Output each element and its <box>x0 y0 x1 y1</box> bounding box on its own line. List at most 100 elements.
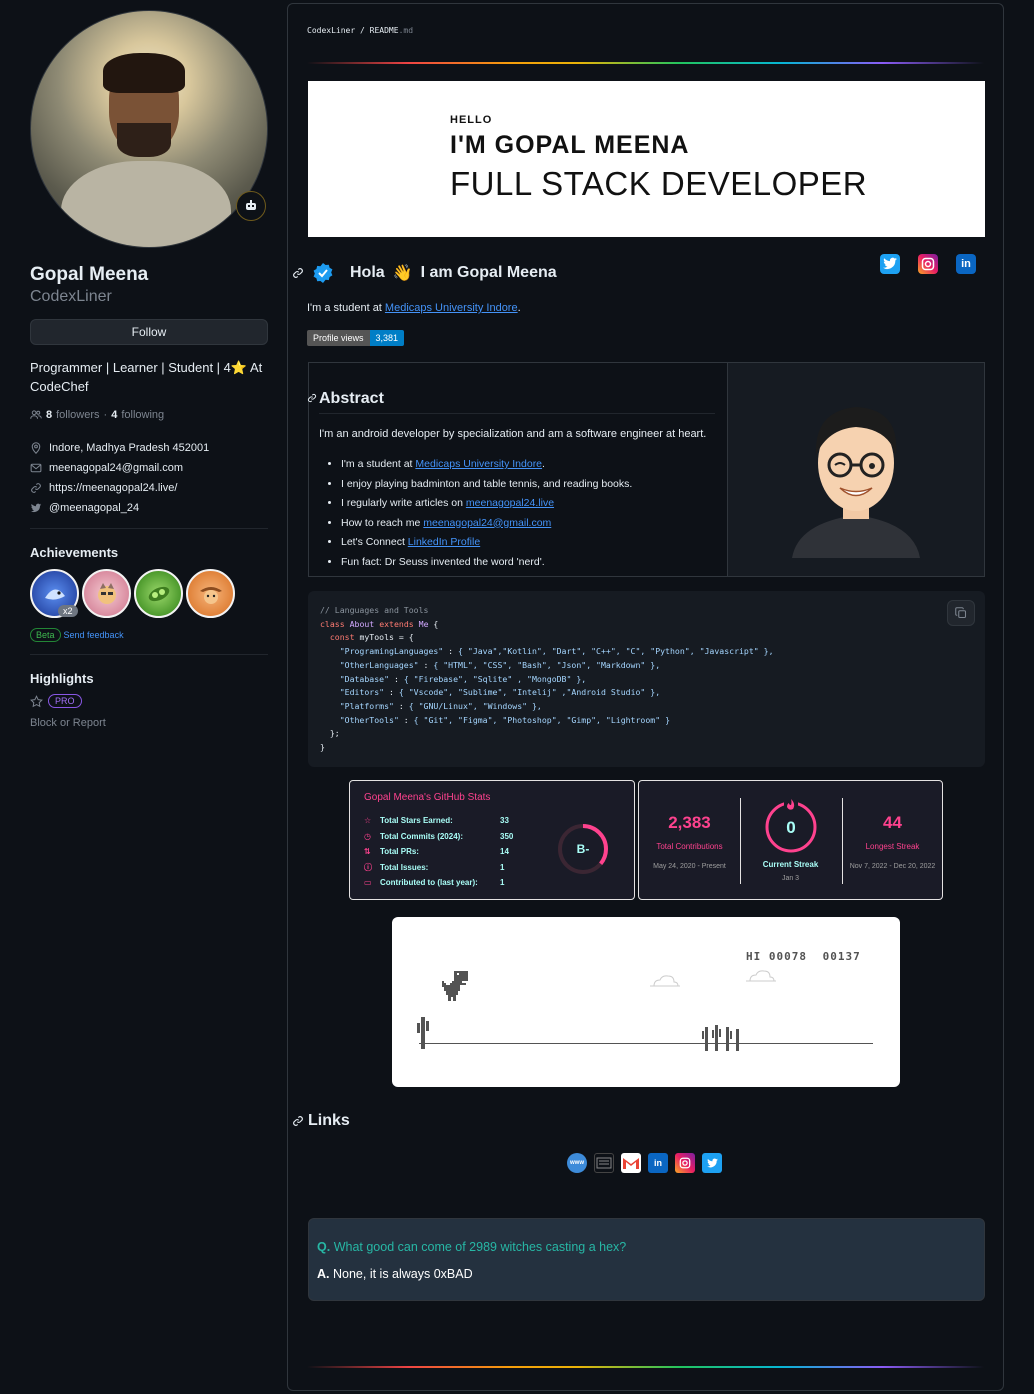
achievements-list: x2 <box>30 569 270 618</box>
code-block: // Languages and Tools class About exten… <box>308 591 985 767</box>
repo-icon: ▭ <box>364 878 372 888</box>
website-icon[interactable]: www <box>567 1153 587 1173</box>
links-title: Links <box>308 1112 350 1129</box>
fire-ring-icon: 0 <box>765 797 816 853</box>
total-contributions: 2,383 Total Contributions May 24, 2020 -… <box>653 813 726 870</box>
github-stats-card: Gopal Meena's GitHub Stats ☆ Total Stars … <box>349 780 635 900</box>
grade-ring: B- <box>558 824 608 874</box>
stats-rows: ☆ Total Stars Earned: 33 ◷ Total Commits (2… <box>364 813 513 891</box>
hi-label: HI <box>746 950 762 963</box>
rainbow-divider <box>307 62 984 64</box>
wave-emoji: 👋 <box>392 265 413 282</box>
current-score: 00137 <box>822 950 861 963</box>
instagram-icon[interactable] <box>675 1153 695 1173</box>
stats-row: ☆ Total Stars Earned: 33 <box>364 816 509 826</box>
email-link[interactable]: meenagopal24@gmail.com <box>423 517 551 529</box>
linkedin-link[interactable]: LinkedIn Profile <box>408 536 480 548</box>
stats-row: ▭ Contributed to (last year): 1 <box>364 878 505 888</box>
breadcrumb-repo[interactable]: CodexLiner <box>307 26 355 35</box>
hackerrank-icon[interactable] <box>594 1153 614 1173</box>
send-feedback-link[interactable]: Send feedback <box>64 630 124 640</box>
cartoon-avatar-image <box>792 407 920 558</box>
copy-icon <box>955 607 967 619</box>
stats-row: ⇅ Total PRs: 14 <box>364 847 509 857</box>
hi-score: 00078 <box>768 950 807 963</box>
joke-answer: A. None, it is always 0xBAD <box>317 1267 473 1281</box>
instagram-icon[interactable] <box>918 254 938 274</box>
links-heading: Links <box>292 1112 350 1130</box>
gmail-icon[interactable] <box>621 1153 641 1173</box>
profile-bio: Programmer | Learner | Student | 4⭐ At C… <box>30 360 263 394</box>
avatar[interactable] <box>30 10 268 248</box>
list-item: Let's Connect LinkedIn Profile <box>341 536 632 556</box>
cactus-group-icon <box>702 1025 739 1051</box>
stats-row: ⓘ Total Issues: 1 <box>364 862 505 872</box>
star-icon <box>30 694 43 707</box>
follow-button[interactable]: Follow <box>30 319 268 345</box>
following-label[interactable]: following <box>121 409 164 421</box>
anchor-link-icon[interactable] <box>292 267 304 279</box>
followers-count[interactable]: 8 <box>46 409 52 421</box>
follow-separator: · <box>103 409 108 421</box>
following-count[interactable]: 4 <box>111 409 117 421</box>
pro-badge[interactable]: PRO <box>48 694 82 708</box>
achievement-pair-extraordinaire-icon[interactable] <box>134 569 183 618</box>
current-streak: 0 Current Streak Jan 3 <box>740 781 841 901</box>
anchor-link-icon[interactable] <box>292 1115 304 1127</box>
email-link[interactable]: meenagopal24@gmail.com <box>49 462 183 474</box>
block-report-link[interactable]: Block or Report <box>30 717 270 729</box>
profile-name: Gopal Meena <box>30 264 149 285</box>
profile-details: Indore, Madhya Pradesh 452001 meenagopal… <box>30 438 270 518</box>
banner-hello: HELLO <box>450 114 493 126</box>
achievement-count-badge: x2 <box>58 605 78 617</box>
pr-icon: ⇅ <box>364 847 371 857</box>
highlights-title: Highlights <box>30 671 94 686</box>
twitter-item[interactable]: @meenagopal_24 <box>30 498 270 518</box>
achievements-title[interactable]: Achievements <box>30 545 270 560</box>
university-link[interactable]: Medicaps University Indore <box>385 302 518 314</box>
achievement-pull-shark-icon[interactable]: x2 <box>30 569 79 618</box>
cactus-icon <box>417 1017 429 1049</box>
profile-views-badge: Profile views 3,381 <box>307 330 405 346</box>
divider <box>30 654 268 655</box>
follow-stats: 8 followers · 4 following <box>30 409 270 421</box>
website-item[interactable]: https://meenagopal24.live/ <box>30 478 270 498</box>
anchor-link-icon[interactable] <box>307 393 317 403</box>
rainbow-divider <box>307 1366 984 1368</box>
avatar-illustration-cell <box>727 363 984 576</box>
twitter-icon[interactable] <box>702 1153 722 1173</box>
twitter-link[interactable]: @meenagopal_24 <box>49 502 139 514</box>
location-icon <box>31 442 41 454</box>
verified-badge-icon <box>313 263 333 283</box>
linkedin-icon[interactable]: in <box>956 254 976 274</box>
breadcrumb-ext: .md <box>398 26 414 35</box>
website-link[interactable]: https://meenagopal24.live/ <box>49 482 177 494</box>
twitter-icon[interactable] <box>880 254 900 274</box>
status-emoji-icon[interactable] <box>236 191 266 221</box>
clock-icon: ◷ <box>364 831 371 841</box>
cloud-icon <box>746 970 776 982</box>
university-link[interactable]: Medicaps University Indore <box>415 458 542 470</box>
email-item[interactable]: meenagopal24@gmail.com <box>30 458 270 478</box>
links-row: www in <box>567 1153 722 1173</box>
abstract-cell: Abstract I'm an android developer by spe… <box>307 363 727 576</box>
achievement-quickdraw-icon[interactable] <box>186 569 235 618</box>
linkedin-icon[interactable]: in <box>648 1153 668 1173</box>
beta-feedback: Beta Send feedback <box>30 628 270 642</box>
followers-label[interactable]: followers <box>56 409 99 421</box>
header-banner: HELLO I'M GOPAL MEENA FULL STACK DEVELOP… <box>308 81 985 237</box>
dino-game-image: HI 00078 00137 <box>392 917 900 1087</box>
profile-login: CodexLiner <box>30 288 112 305</box>
achievement-yolo-icon[interactable] <box>82 569 131 618</box>
joke-question: Q. What good can come of 2989 witches ca… <box>317 1240 627 1254</box>
copy-code-button[interactable] <box>947 600 975 626</box>
abstract-table: Abstract I'm an android developer by spe… <box>307 362 985 577</box>
dinosaur-icon <box>442 971 468 1001</box>
location-item: Indore, Madhya Pradesh 452001 <box>30 438 270 458</box>
abstract-list: I'm a student at Medicaps University Ind… <box>341 458 632 575</box>
svg-text:0: 0 <box>786 818 795 837</box>
profile-views-value: 3,381 <box>369 330 405 346</box>
hola-text: Hola <box>350 264 385 281</box>
profile-views-label: Profile views <box>307 330 370 346</box>
blog-link[interactable]: meenagopal24.live <box>466 497 554 509</box>
